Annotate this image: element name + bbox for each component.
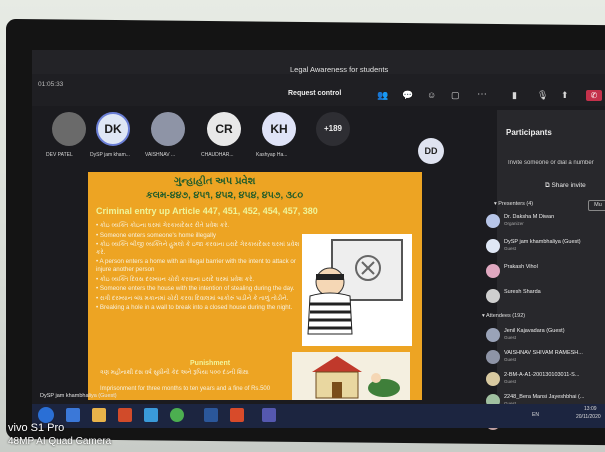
panel-participant-avatar[interactable] (486, 328, 500, 342)
mic-off-icon[interactable]: 🎙 (537, 90, 548, 101)
leave-call-button[interactable]: ✆ (586, 90, 602, 101)
meeting-titlebar: Legal Awareness for students (32, 50, 605, 74)
tray-date[interactable]: 20/11/2020 (576, 414, 601, 420)
slide-heading-sections: કલમ-૪૪૭, ૪૫૧, ૪૫૨, ૪૫૪, ૪૫૭, ૩૮૦ (146, 190, 304, 201)
tray-time[interactable]: 13:09 (584, 406, 597, 412)
panel-participant-avatar[interactable] (486, 264, 500, 278)
taskbar-ie-icon[interactable] (66, 408, 80, 422)
slide-bullet: • કોઇ વ્યક્તિ બીજી વ્યક્તિને હુમલો કે ઇજ… (96, 241, 300, 256)
dd-avatar[interactable]: DD (418, 138, 444, 164)
participants-panel-title: Participants (506, 128, 552, 137)
meeting-title: Legal Awareness for students (290, 65, 389, 74)
people-icon[interactable]: 👥 (377, 90, 388, 101)
panel-participant-avatar[interactable] (486, 289, 500, 303)
share-tray-icon[interactable]: ⬆ (561, 90, 569, 101)
panel-participant-avatar[interactable] (486, 214, 500, 228)
slide-heading-english: Criminal entry up Article 447, 451, 452,… (96, 206, 318, 216)
participant-avatar[interactable]: +189 (316, 112, 350, 146)
share-invite-button[interactable]: ⧉ Share invite (545, 182, 586, 190)
presenters-header-label: Presenters (4) (498, 201, 534, 207)
meeting-timer: 01:05:33 (38, 81, 64, 88)
slide-bullet: • Someone enters someone's home illegall… (96, 231, 216, 239)
panel-participant-role: Guest (504, 379, 517, 384)
presenters-section-header[interactable]: ▾ Presenters (4) (494, 201, 533, 207)
slide-bullet-list: • કોઇ વ્યક્તિ કોઇના ઘરમાં ગેરકાયદેસર રીત… (96, 222, 302, 314)
participant-avatar-label: Kashyap Ha... (256, 152, 288, 158)
panel-participant-role: Guest (504, 357, 517, 362)
slide-heading-gujarati: ગુન્હાહીત અપ પ્રવેશ (174, 176, 256, 187)
participant-avatar-label: CHAUDHAR... (201, 152, 234, 158)
participant-avatar[interactable] (151, 112, 185, 146)
taskbar-powerpoint-icon[interactable] (230, 408, 244, 422)
slide-bullet: • Breaking a hole in a wall to break int… (96, 304, 293, 312)
more-options-icon[interactable]: ⋯ (477, 89, 487, 100)
mute-all-button[interactable]: Mu (588, 200, 605, 211)
camera-watermark-spec: 48MP AI Quad Camera (8, 436, 112, 447)
slide-bullet: • કોઇ વ્યક્તિ કોઇના ઘરમાં ગેરકાયદેસર રીત… (96, 222, 230, 229)
tray-language[interactable]: EN (532, 412, 539, 418)
taskbar-edge-icon[interactable] (144, 408, 158, 422)
camera-off-icon[interactable]: ▮ (512, 90, 517, 101)
taskbar-media-icon[interactable] (118, 408, 132, 422)
panel-participant-name[interactable]: 2248_Bera Mansi Jayeshbhai (... (504, 394, 604, 400)
start-button[interactable] (38, 407, 54, 423)
request-control-button[interactable]: Request control (288, 90, 341, 97)
taskbar-explorer-icon[interactable] (92, 408, 106, 422)
slide-bullet: • Someone enters the house with the inte… (96, 285, 295, 293)
house-illustration (292, 352, 410, 400)
camera-watermark-model: vivo S1 Pro (8, 422, 65, 434)
attendees-section-header[interactable]: ▾ Attendees (192) (482, 313, 525, 319)
taskbar-chrome-icon[interactable] (170, 408, 184, 422)
presenter-name-label: DySP jam khambhaliya (Guest) (40, 393, 117, 399)
participant-avatar-label: DySP jam kham... (90, 152, 130, 158)
invite-input[interactable]: Invite someone or dial a number (508, 160, 605, 166)
panel-participant-name[interactable]: VAISHNAV SHIVAM RAMESH... (504, 350, 604, 356)
participant-avatar[interactable]: DK (96, 112, 130, 146)
slide-punishment-gujarati: ત્રણ મહીનાથી દસ વર્ષ સુધીની કેદ અને રૂપિ… (100, 370, 249, 376)
participant-avatar[interactable]: CR (207, 112, 241, 146)
panel-participant-role: Guest (504, 335, 517, 340)
panel-participant-name[interactable]: DySP jam khambhaliya (Guest) (504, 239, 604, 245)
share-invite-label: Share invite (551, 182, 586, 189)
reactions-icon[interactable]: ☺ (427, 90, 436, 100)
slide-bullet: • રાત્રી દરમ્યાન બંધ મકાનમાં ચોરી કરવા દ… (96, 294, 289, 302)
panel-participant-name[interactable]: Jenil Kajavadara (Guest) (504, 328, 604, 334)
slide-punishment-english: Imprisonment for three months to ten yea… (100, 386, 271, 392)
panel-participant-name[interactable]: Dr. Daksha M Diwan (504, 214, 604, 220)
panel-participant-avatar[interactable] (486, 350, 500, 364)
panel-participant-name[interactable]: Suresh Sharda (504, 289, 604, 295)
slide-bullet: • કોઇ વ્યક્તિ દિવસ દરમ્યાન ચોરી કરવાના ઇ… (96, 275, 255, 283)
panel-participant-name[interactable]: 2-BM-A-A1-200130103011-S... (504, 372, 604, 378)
taskbar-teams-icon[interactable] (262, 408, 276, 422)
participant-avatar[interactable]: KH (262, 112, 296, 146)
participant-avatar-label: DEV PATEL (46, 152, 73, 158)
attendees-header-label: Attendees (192) (486, 313, 526, 319)
panel-participant-role: Organizer (504, 221, 524, 226)
panel-participant-avatar[interactable] (486, 239, 500, 253)
panel-participant-name[interactable]: Prakash Vihol (504, 264, 604, 270)
taskbar-word-icon[interactable] (204, 408, 218, 422)
panel-participant-avatar[interactable] (486, 372, 500, 386)
slide-bullet: • A person enters a home with an illegal… (96, 258, 296, 273)
participant-avatar-label: VAISHNAV ... (145, 152, 176, 158)
panel-participant-role: Guest (504, 246, 517, 251)
thief-illustration (302, 234, 412, 346)
shared-slide: ગુન્હાહીત અપ પ્રવેશ કલમ-૪૪૭, ૪૫૧, ૪૫૨, ૪… (88, 172, 422, 400)
participant-avatar[interactable] (52, 112, 86, 146)
chat-icon[interactable]: 💬 (402, 90, 413, 101)
rooms-icon[interactable]: ▢ (451, 90, 460, 101)
slide-punishment-label: Punishment (190, 360, 231, 367)
